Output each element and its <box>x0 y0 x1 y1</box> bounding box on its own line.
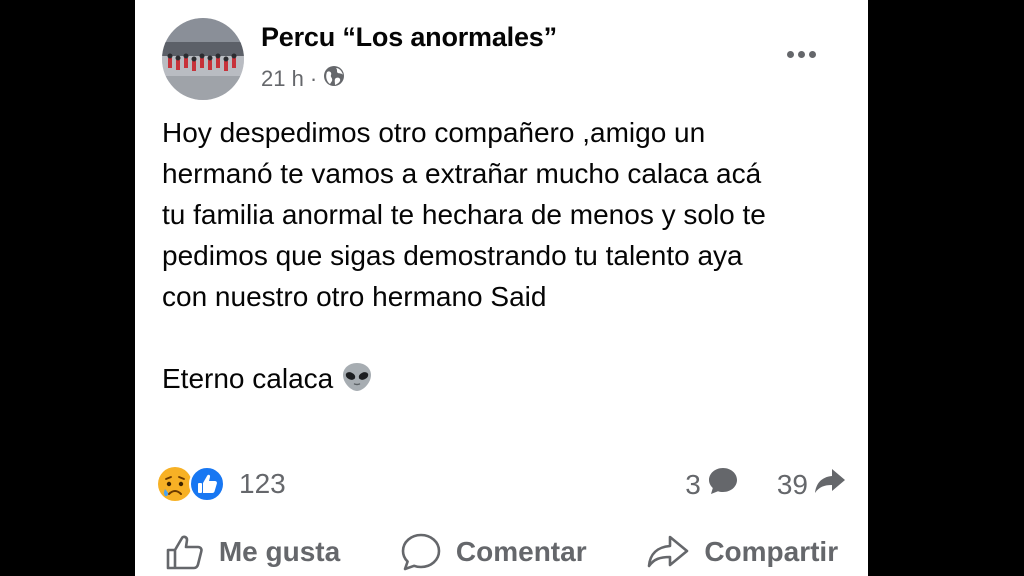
post-text-line: Hoy despedimos otro compañero ,amigo un <box>162 117 706 148</box>
shares-count-link[interactable]: 39 <box>777 466 846 503</box>
comment-icon <box>401 533 441 571</box>
avatar[interactable] <box>162 18 244 100</box>
post-text-line: tu familia anormal te hechara de menos y… <box>162 199 766 230</box>
post-time[interactable]: 21 h <box>261 66 304 92</box>
more-options-icon[interactable] <box>781 42 821 66</box>
like-reaction-icon <box>189 466 225 502</box>
comment-bubble-icon <box>707 466 739 503</box>
share-button[interactable]: Compartir <box>646 533 838 571</box>
comments-count-link[interactable]: 3 <box>685 466 739 503</box>
post-text-line: hermanó te vamos a extrañar mucho calaca… <box>162 158 762 189</box>
share-arrow-icon <box>814 466 846 503</box>
sad-reaction-icon <box>157 466 193 502</box>
comment-button[interactable]: Comentar <box>400 532 587 572</box>
share-icon <box>648 535 689 568</box>
post-author[interactable]: Percu “Los anormales” <box>261 22 557 53</box>
post-text-line: pedimos que sigas demostrando tu talento… <box>162 240 743 271</box>
alien-emoji <box>341 361 373 404</box>
meta-separator: · <box>309 66 318 91</box>
post-card: Percu “Los anormales” 21 h · Hoy despedi… <box>135 0 868 576</box>
post-meta: 21 h · <box>261 65 345 93</box>
share-button-label: Compartir <box>704 536 839 567</box>
thumbs-up-icon <box>166 535 203 570</box>
globe-icon <box>323 65 345 93</box>
post-text: Hoy despedimos otro compañero ,amigo un … <box>162 112 852 404</box>
post-closing-text: Eterno calaca <box>162 363 334 394</box>
engagement-counts: 3 39 <box>685 466 846 503</box>
post-closing-line: Eterno calaca <box>162 358 852 404</box>
reactions-count: 123 <box>239 468 286 499</box>
comments-count: 3 <box>685 468 701 500</box>
post-text-line: con nuestro otro hermano Said <box>162 281 547 312</box>
post-actions: Me gusta Comentar Compartir <box>135 528 868 576</box>
reactions-summary[interactable]: 123 <box>157 466 286 502</box>
like-button[interactable]: Me gusta <box>165 533 340 571</box>
shares-count: 39 <box>776 468 808 500</box>
comment-button-label: Comentar <box>455 536 587 567</box>
like-button-label: Me gusta <box>218 536 341 567</box>
